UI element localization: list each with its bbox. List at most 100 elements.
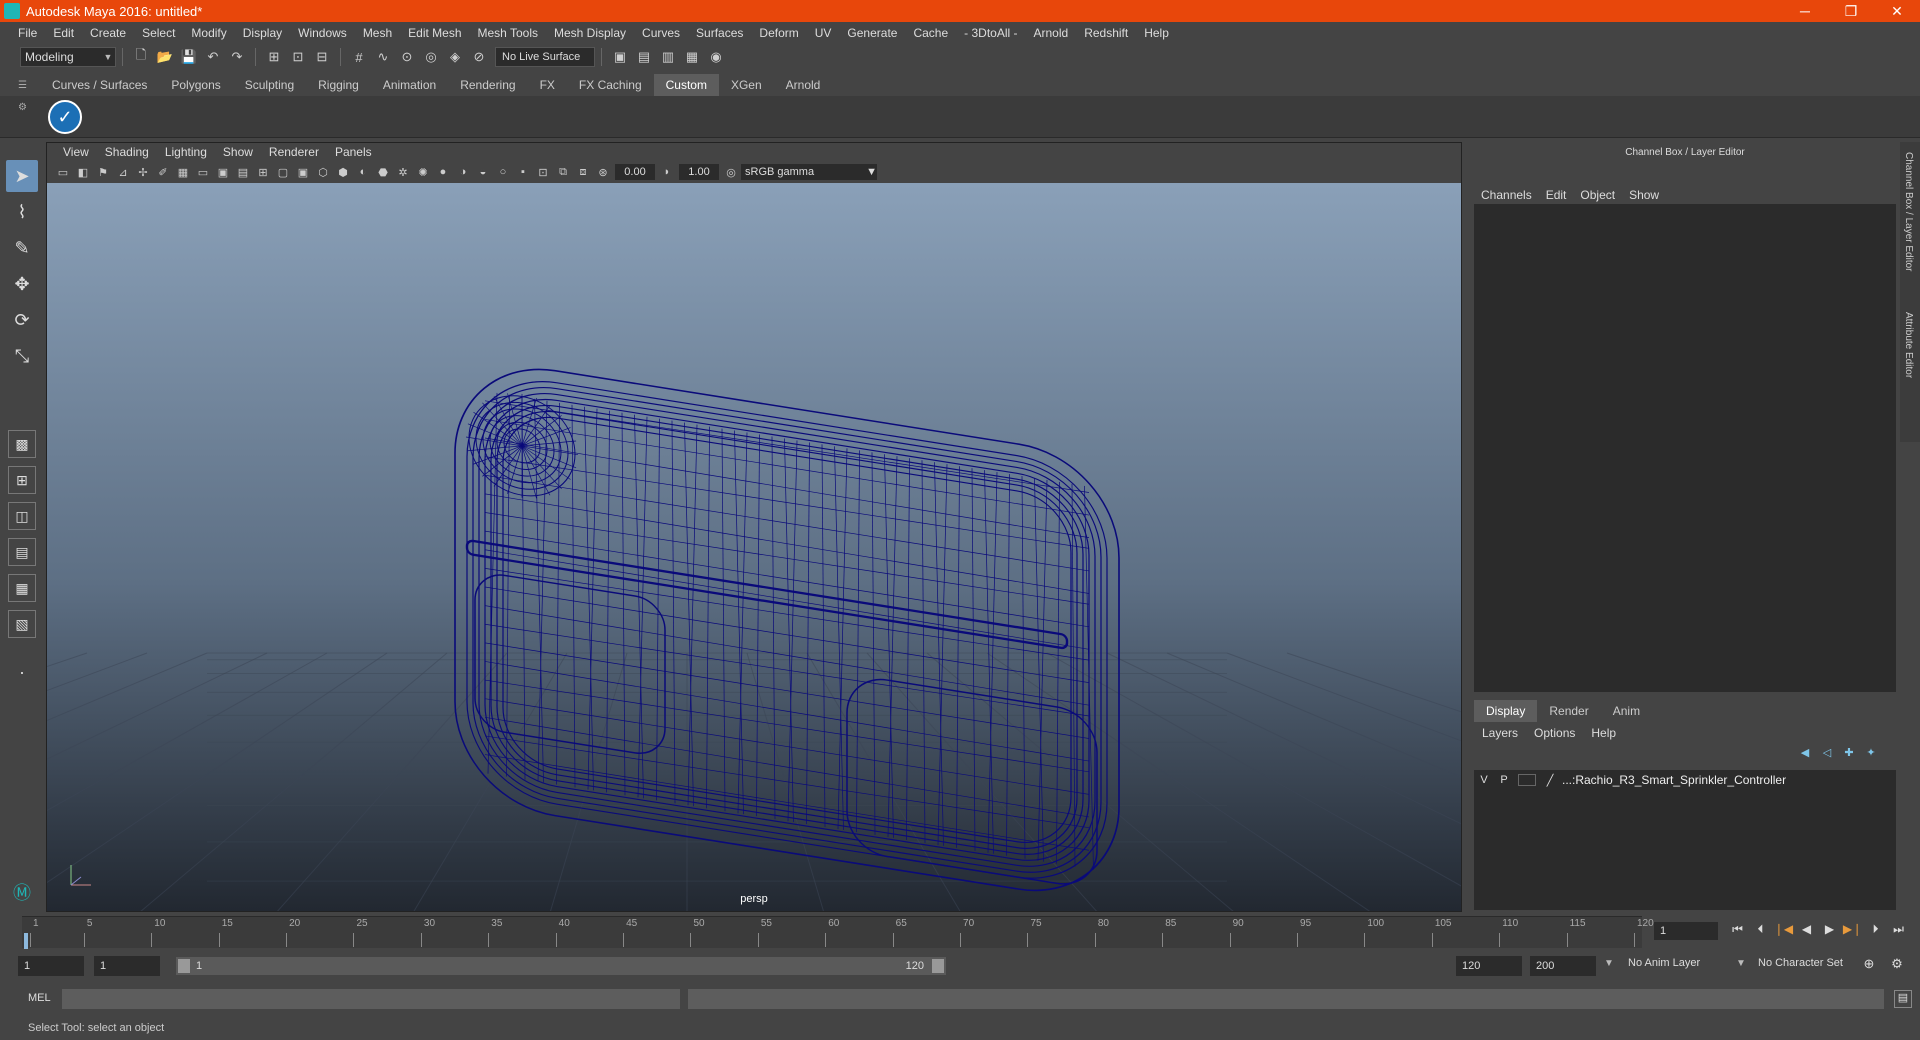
- layout-graph-icon[interactable]: ▦: [8, 574, 36, 602]
- channel-box-content[interactable]: [1474, 204, 1896, 692]
- playback-start-field[interactable]: 1: [94, 956, 160, 976]
- cb-menu-show[interactable]: Show: [1622, 188, 1666, 202]
- menu-redshift[interactable]: Redshift: [1076, 26, 1136, 40]
- more-layouts-icon[interactable]: ·: [6, 656, 38, 688]
- isolate-select-icon[interactable]: ⊡: [534, 163, 552, 181]
- le-menu-layers[interactable]: Layers: [1474, 726, 1526, 740]
- default-material-icon[interactable]: ◐: [354, 163, 372, 181]
- menu-file[interactable]: File: [10, 26, 45, 40]
- lasso-tool-icon[interactable]: ⌇: [6, 196, 38, 228]
- gamma-field[interactable]: 1.00: [679, 164, 719, 180]
- menu-uv[interactable]: UV: [807, 26, 840, 40]
- scale-tool-icon[interactable]: ⤡: [6, 340, 38, 372]
- menu-edit-mesh[interactable]: Edit Mesh: [400, 26, 469, 40]
- new-layer-icon[interactable]: ✚: [1838, 746, 1860, 764]
- film-gate-icon[interactable]: ▭: [194, 163, 212, 181]
- current-frame-field[interactable]: 1: [1654, 922, 1718, 940]
- render-view-icon[interactable]: ▣: [610, 47, 630, 67]
- go-to-start-icon[interactable]: ⏮: [1726, 922, 1749, 942]
- layer-name[interactable]: ...:Rachio_R3_Smart_Sprinkler_Controller: [1560, 773, 1786, 787]
- safe-action-icon[interactable]: ▢: [274, 163, 292, 181]
- panel-menu-show[interactable]: Show: [215, 145, 261, 159]
- anim-layer-dropdown[interactable]: No Anim Layer: [1628, 957, 1700, 969]
- open-scene-icon[interactable]: 📂: [155, 47, 175, 67]
- menu-mesh[interactable]: Mesh: [355, 26, 400, 40]
- layer-color-swatch[interactable]: [1518, 774, 1536, 786]
- ambient-occlusion-icon[interactable]: ◑: [454, 163, 472, 181]
- menu-generate[interactable]: Generate: [839, 26, 905, 40]
- snap-view-icon[interactable]: ◎: [421, 47, 441, 67]
- safe-title-icon[interactable]: ▣: [294, 163, 312, 181]
- gate-mask-icon[interactable]: ▤: [234, 163, 252, 181]
- field-chart-icon[interactable]: ⊞: [254, 163, 272, 181]
- tab-display-layers[interactable]: Display: [1474, 700, 1538, 722]
- le-menu-help[interactable]: Help: [1583, 726, 1624, 740]
- tab-fx-caching[interactable]: FX Caching: [567, 74, 654, 96]
- xray-joints-icon[interactable]: ⧉: [554, 163, 572, 181]
- motion-blur-icon[interactable]: ◒: [474, 163, 492, 181]
- select-tool-icon[interactable]: ➤: [6, 160, 38, 192]
- menu-help[interactable]: Help: [1136, 26, 1177, 40]
- tab-rendering[interactable]: Rendering: [448, 74, 527, 96]
- exposure-field[interactable]: 0.00: [615, 164, 655, 180]
- color-space-dropdown[interactable]: sRGB gamma ▼: [741, 164, 877, 180]
- tab-curves-surfaces[interactable]: Curves / Surfaces: [40, 74, 159, 96]
- menu-cache[interactable]: Cache: [905, 26, 956, 40]
- wireframe-on-shaded-icon[interactable]: ⬣: [374, 163, 392, 181]
- tab-xgen[interactable]: XGen: [719, 74, 774, 96]
- menu-display[interactable]: Display: [235, 26, 290, 40]
- redo-icon[interactable]: ↷: [227, 47, 247, 67]
- xray-components-icon[interactable]: ⧈: [574, 163, 592, 181]
- xray-icon[interactable]: ✲: [394, 163, 412, 181]
- 2d-pan-icon[interactable]: ✢: [134, 163, 152, 181]
- panel-menu-renderer[interactable]: Renderer: [261, 145, 327, 159]
- step-back-frame-icon[interactable]: ❘◀: [1772, 922, 1795, 942]
- move-layer-up-icon[interactable]: ◀: [1794, 746, 1816, 764]
- make-live-icon[interactable]: ⊘: [469, 47, 489, 67]
- tab-anim-layers[interactable]: Anim: [1601, 700, 1652, 722]
- range-start-handle[interactable]: [178, 959, 190, 973]
- le-menu-options[interactable]: Options: [1526, 726, 1583, 740]
- close-button[interactable]: ✕: [1874, 0, 1920, 22]
- cb-menu-channels[interactable]: Channels: [1474, 188, 1539, 202]
- grid-icon[interactable]: ▦: [174, 163, 192, 181]
- animation-start-field[interactable]: 1: [18, 956, 84, 976]
- menu-curves[interactable]: Curves: [634, 26, 688, 40]
- resolution-gate-icon[interactable]: ▣: [214, 163, 232, 181]
- menu-create[interactable]: Create: [82, 26, 134, 40]
- bookmark-icon[interactable]: ⚑: [94, 163, 112, 181]
- playback-end-field[interactable]: 120: [1456, 956, 1522, 976]
- layout-custom-icon[interactable]: ▧: [8, 610, 36, 638]
- select-hierarchy-icon[interactable]: ⊞: [264, 47, 284, 67]
- layout-single-icon[interactable]: ▩: [8, 430, 36, 458]
- menu-modify[interactable]: Modify: [183, 26, 234, 40]
- snap-curve-icon[interactable]: ∿: [373, 47, 393, 67]
- gamma-icon[interactable]: ◗: [658, 163, 676, 181]
- range-slider[interactable]: 1 120: [176, 957, 946, 975]
- side-tab-attribute-editor[interactable]: Attribute Editor: [1903, 312, 1914, 378]
- render-settings-icon[interactable]: ▦: [682, 47, 702, 67]
- tab-custom[interactable]: Custom: [653, 74, 719, 96]
- cb-menu-edit[interactable]: Edit: [1539, 188, 1574, 202]
- new-scene-icon[interactable]: 🗋: [131, 47, 151, 67]
- checkmark-icon[interactable]: ✓: [48, 100, 82, 134]
- sprinkler-controller-wireframe[interactable]: [454, 355, 1120, 905]
- minimize-button[interactable]: ─: [1782, 0, 1828, 22]
- preferences-icon[interactable]: ⚙: [1888, 956, 1906, 974]
- animation-end-field[interactable]: 200: [1530, 956, 1596, 976]
- layout-four-icon[interactable]: ⊞: [8, 466, 36, 494]
- range-end-handle[interactable]: [932, 959, 944, 973]
- snap-point-icon[interactable]: ⊙: [397, 47, 417, 67]
- menu-edit[interactable]: Edit: [45, 26, 82, 40]
- render-frame-icon[interactable]: ▤: [634, 47, 654, 67]
- auto-key-icon[interactable]: ⊕: [1860, 956, 1878, 974]
- mode-dropdown[interactable]: Modeling ▼: [20, 47, 116, 67]
- menu-arnold[interactable]: Arnold: [1026, 26, 1077, 40]
- script-editor-icon[interactable]: ▤: [1894, 990, 1912, 1008]
- step-forward-frame-icon[interactable]: ▶❘: [1841, 922, 1864, 942]
- color-management-icon[interactable]: ◎: [722, 163, 740, 181]
- lights-icon[interactable]: ✺: [414, 163, 432, 181]
- tab-arnold[interactable]: Arnold: [774, 74, 833, 96]
- mel-label[interactable]: MEL: [28, 992, 51, 1004]
- step-forward-key-icon[interactable]: ⏵: [1864, 922, 1887, 942]
